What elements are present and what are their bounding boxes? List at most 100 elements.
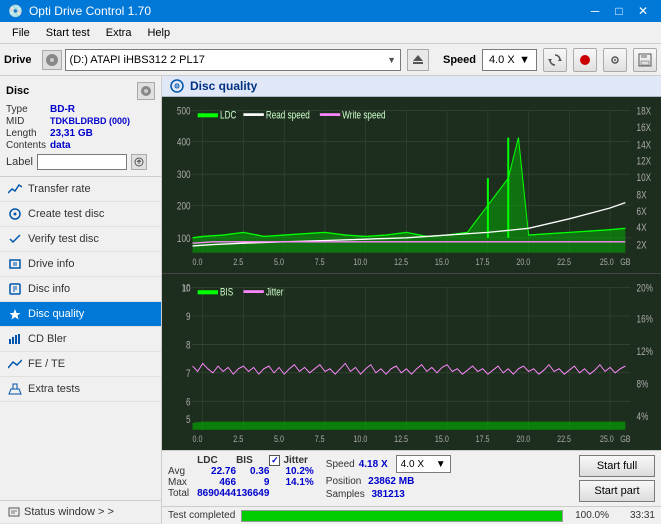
settings-button[interactable] [603, 48, 627, 72]
maximize-button[interactable]: □ [609, 3, 629, 19]
sidebar-item-disc-quality[interactable]: Disc quality [0, 302, 161, 327]
menu-start-test[interactable]: Start test [38, 25, 98, 41]
svg-text:14X: 14X [637, 139, 652, 151]
svg-text:10X: 10X [637, 172, 652, 184]
sidebar-item-disc-info[interactable]: Disc info [0, 277, 161, 302]
start-part-button[interactable]: Start part [579, 480, 655, 502]
sidebar-item-transfer-rate[interactable]: Transfer rate [0, 177, 161, 202]
svg-text:GB: GB [620, 433, 631, 444]
label-input[interactable] [37, 154, 127, 170]
chart2-svg: 10 9 8 7 6 5 10 20% 16% 12% 8% 4% [162, 274, 661, 450]
close-button[interactable]: ✕ [633, 3, 653, 19]
disc-quality-header-icon [170, 79, 184, 93]
label-browse-button[interactable] [131, 154, 147, 170]
progress-bar-row: Test completed 100.0% 33:31 [162, 506, 661, 524]
nav-items: Transfer rate Create test disc Verify te… [0, 177, 161, 500]
sidebar-item-verify-test-disc[interactable]: Verify test disc [0, 227, 161, 252]
verify-test-disc-label: Verify test disc [28, 233, 99, 245]
refresh-button[interactable] [543, 48, 567, 72]
svg-text:2X: 2X [637, 240, 647, 252]
svg-text:5: 5 [186, 414, 191, 426]
sidebar-item-drive-info[interactable]: Drive info [0, 252, 161, 277]
svg-text:8: 8 [186, 339, 191, 351]
drive-selector[interactable]: (D:) ATAPI iHBS312 2 PL17 ▼ [65, 49, 401, 71]
svg-text:25.0: 25.0 [600, 433, 614, 444]
time-elapsed: 33:31 [615, 510, 655, 521]
svg-text:GB: GB [620, 256, 631, 267]
disc-info-grid: Type BD-R MID TDKBLDRBD (000) Length 23,… [6, 104, 155, 151]
type-value: BD-R [50, 104, 155, 115]
drive-label: Drive [4, 54, 32, 66]
svg-text:12.5: 12.5 [394, 256, 408, 267]
eject-button[interactable] [407, 49, 429, 71]
total-row-label: Total [168, 488, 197, 499]
max-row-label: Max [168, 477, 197, 488]
max-ldc-val: 466 [197, 477, 236, 488]
drivebar: Drive (D:) ATAPI iHBS312 2 PL17 ▼ Speed … [0, 44, 661, 76]
svg-text:5.0: 5.0 [274, 433, 284, 444]
avg-ldc-val: 22.76 [197, 466, 236, 477]
red-circle-button[interactable] [573, 48, 597, 72]
speed-info-label: Speed [326, 459, 355, 470]
status-window-label: Status window > > [24, 506, 114, 518]
svg-text:17.5: 17.5 [476, 433, 490, 444]
create-test-disc-label: Create test disc [28, 208, 104, 220]
drive-value: (D:) ATAPI iHBS312 2 PL17 [70, 54, 205, 66]
svg-text:8%: 8% [637, 379, 649, 391]
disc-info-icon[interactable] [137, 82, 155, 100]
speed-dropdown-val: 4.0 X [401, 459, 424, 470]
transfer-rate-icon [8, 182, 22, 196]
disc-quality-icon [8, 307, 22, 321]
position-label: Position [326, 476, 362, 487]
svg-text:0.0: 0.0 [193, 433, 203, 444]
position-samples-row: Position 23862 MB [326, 476, 571, 487]
svg-text:7: 7 [186, 368, 191, 380]
svg-text:12%: 12% [637, 346, 654, 358]
max-bis-val: 9 [236, 477, 269, 488]
menu-extra[interactable]: Extra [98, 25, 140, 41]
action-buttons: Start full Start part [579, 455, 655, 502]
content-title: Disc quality [190, 79, 257, 93]
type-label: Type [6, 104, 46, 115]
ldc-col-header: LDC [197, 455, 236, 466]
speed-dropdown-arrow: ▼ [519, 54, 530, 66]
charts-area: 500 400 300 200 100 18X 16X 14X 12X 10X … [162, 97, 661, 450]
start-full-button[interactable]: Start full [579, 455, 655, 477]
sidebar-item-cd-bler[interactable]: CD Bler [0, 327, 161, 352]
speed-info-row: Speed 4.18 X 4.0 X ▼ [326, 455, 571, 473]
chart2-container: 10 9 8 7 6 5 10 20% 16% 12% 8% 4% [162, 274, 661, 450]
speed-dropdown-arrow: ▼ [436, 459, 446, 470]
minimize-button[interactable]: ─ [585, 3, 605, 19]
svg-text:Write speed: Write speed [342, 110, 385, 122]
status-window-button[interactable]: Status window > > [0, 501, 161, 524]
titlebar-title: 💿 Opti Drive Control 1.70 [8, 4, 151, 18]
speed-selector[interactable]: 4.0 X ▼ [482, 49, 537, 71]
length-label: Length [6, 128, 46, 139]
svg-text:LDC: LDC [220, 110, 236, 122]
mid-value: TDKBLDRBD (000) [50, 116, 155, 127]
stats-table: LDC BIS ✓ Jitter Avg 22.76 0.36 10.2% [168, 455, 314, 499]
disc-section: Disc Type BD-R MID TDKBLDRBD (000) Lengt… [0, 76, 161, 177]
svg-text:10: 10 [183, 283, 191, 294]
avg-jitter-val: 10.2% [269, 466, 313, 477]
drive-info-icon [8, 257, 22, 271]
content-header: Disc quality [162, 76, 661, 97]
menubar: File Start test Extra Help [0, 22, 661, 44]
contents-value: data [50, 140, 155, 151]
disc-info-label: Disc info [28, 283, 70, 295]
save-button[interactable] [633, 48, 657, 72]
disc-quality-label: Disc quality [28, 308, 84, 320]
speed-dropdown[interactable]: 4.0 X ▼ [396, 455, 451, 473]
menu-file[interactable]: File [4, 25, 38, 41]
svg-text:10.0: 10.0 [353, 256, 367, 267]
sidebar-item-fe-te[interactable]: FE / TE [0, 352, 161, 377]
menu-help[interactable]: Help [139, 25, 178, 41]
extra-tests-icon [8, 382, 22, 396]
jitter-checkbox[interactable]: ✓ [269, 455, 280, 466]
speed-value: 4.0 X [489, 54, 515, 66]
sidebar-item-extra-tests[interactable]: Extra tests [0, 377, 161, 402]
sidebar-item-create-test-disc[interactable]: Create test disc [0, 202, 161, 227]
svg-text:7.5: 7.5 [315, 256, 325, 267]
chart1-svg: 500 400 300 200 100 18X 16X 14X 12X 10X … [162, 97, 661, 273]
svg-text:16%: 16% [637, 314, 654, 326]
